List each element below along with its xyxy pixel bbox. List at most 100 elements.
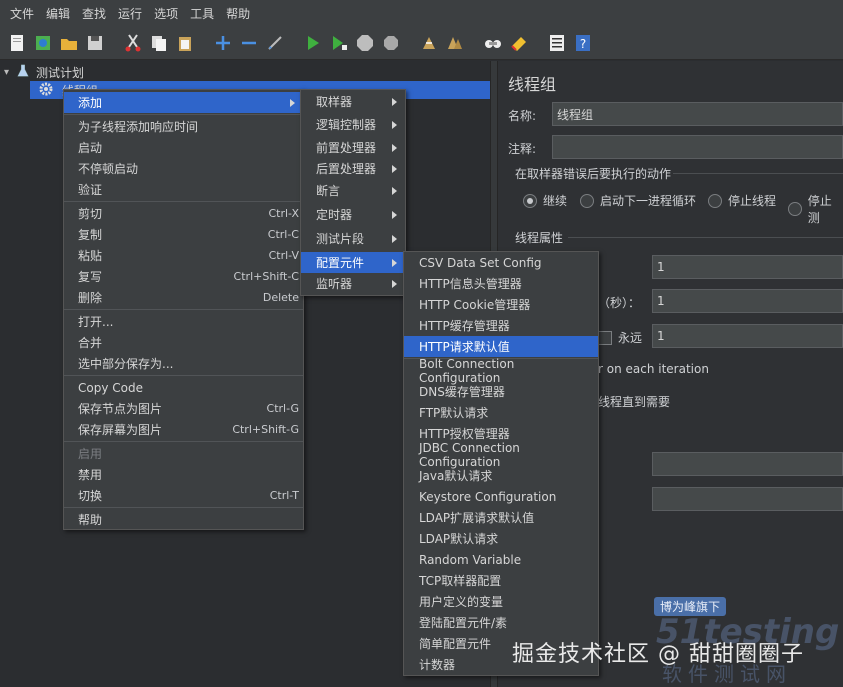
menu-item-shortcut: Ctrl+Shift-C bbox=[233, 270, 299, 283]
menu-4[interactable]: 选项 bbox=[148, 5, 184, 22]
context-menu-item[interactable]: 删除 Delete bbox=[64, 287, 303, 308]
clear-icon[interactable] bbox=[418, 32, 440, 54]
start-icon[interactable] bbox=[302, 32, 324, 54]
menu-item-label: 计数器 bbox=[419, 658, 456, 672]
menu-item-label: DNS缓存管理器 bbox=[419, 385, 505, 399]
menu-item-shortcut: Ctrl+Shift-G bbox=[232, 423, 299, 436]
clear-all-icon[interactable] bbox=[444, 32, 466, 54]
templates-icon[interactable] bbox=[32, 32, 54, 54]
context-menu-item[interactable]: 验证 bbox=[64, 179, 303, 200]
context-menu-item[interactable]: 剪切 Ctrl-X bbox=[64, 203, 303, 224]
menu-item-label: 帮助 bbox=[78, 513, 103, 527]
chevron-down-icon[interactable]: ▾ bbox=[4, 67, 16, 78]
context-menu-item[interactable]: 复制 Ctrl-C bbox=[64, 224, 303, 245]
menu-3[interactable]: 运行 bbox=[112, 5, 148, 22]
loop-count-field[interactable]: 1 bbox=[652, 324, 843, 348]
function-helper-icon[interactable] bbox=[546, 32, 568, 54]
search-icon[interactable] bbox=[482, 32, 504, 54]
cut-icon[interactable] bbox=[122, 32, 144, 54]
context-menu-item[interactable]: 保存节点为图片 Ctrl-G bbox=[64, 398, 303, 419]
config-submenu-item[interactable]: Keystore Configuration bbox=[404, 486, 598, 507]
expand-icon[interactable] bbox=[212, 32, 234, 54]
checkbox-icon[interactable] bbox=[598, 330, 612, 345]
config-submenu-item[interactable]: 登陆配置元件/素 bbox=[404, 612, 598, 633]
new-icon[interactable] bbox=[6, 32, 28, 54]
save-icon[interactable] bbox=[84, 32, 106, 54]
config-submenu-item[interactable]: HTTP请求默认值 bbox=[404, 336, 598, 357]
menu-6[interactable]: 帮助 bbox=[220, 5, 256, 22]
menu-1[interactable]: 编辑 bbox=[40, 5, 76, 22]
context-menu-item[interactable]: 启动 bbox=[64, 137, 303, 158]
context-menu-item[interactable]: 打开... bbox=[64, 311, 303, 332]
context-menu-item[interactable]: 帮助 bbox=[64, 509, 303, 530]
add-submenu-item[interactable]: 后置处理器 bbox=[301, 158, 405, 179]
open-icon[interactable] bbox=[58, 32, 80, 54]
name-field[interactable]: 线程组 bbox=[552, 102, 843, 126]
context-menu-item[interactable]: 粘贴 Ctrl-V bbox=[64, 245, 303, 266]
reset-search-icon[interactable] bbox=[508, 32, 530, 54]
add-submenu-item[interactable]: 断言 bbox=[301, 180, 405, 201]
radio-continue[interactable]: 继续 bbox=[523, 192, 567, 209]
menu-item-label: 用户定义的变量 bbox=[419, 595, 504, 609]
config-submenu-item[interactable]: HTTP缓存管理器 bbox=[404, 315, 598, 336]
context-menu-item[interactable]: 为子线程添加响应时间 bbox=[64, 116, 303, 137]
toggle-icon[interactable] bbox=[264, 32, 286, 54]
threads-field[interactable]: 1 bbox=[652, 255, 843, 279]
config-submenu-item[interactable]: LDAP默认请求 bbox=[404, 528, 598, 549]
context-menu-item[interactable]: 保存屏幕为图片 Ctrl+Shift-G bbox=[64, 419, 303, 440]
add-submenu-item[interactable]: 逻辑控制器 bbox=[301, 114, 405, 135]
radio-stop-test[interactable]: 停止测 bbox=[788, 192, 843, 226]
help-icon[interactable]: ? bbox=[572, 32, 594, 54]
menu-item-label: Keystore Configuration bbox=[419, 489, 557, 504]
add-submenu-item[interactable]: 定时器 bbox=[301, 204, 405, 225]
add-submenu-item[interactable]: 前置处理器 bbox=[301, 137, 405, 158]
config-submenu-item[interactable]: HTTP Cookie管理器 bbox=[404, 294, 598, 315]
start-no-pause-icon[interactable] bbox=[328, 32, 350, 54]
paste-icon[interactable] bbox=[174, 32, 196, 54]
add-submenu-item[interactable]: 配置元件 bbox=[301, 252, 405, 273]
menu-item-label: 粘贴 bbox=[78, 249, 103, 263]
tree-node-test-plan[interactable]: ▾ 测试计划 bbox=[4, 63, 84, 81]
copy-icon[interactable] bbox=[148, 32, 170, 54]
context-menu-item[interactable]: 添加 bbox=[64, 92, 303, 113]
menu-item-label: 监听器 bbox=[316, 277, 353, 291]
startup-delay-field[interactable] bbox=[652, 487, 843, 511]
add-submenu-item[interactable]: 测试片段 bbox=[301, 228, 405, 249]
config-submenu-item[interactable]: 用户定义的变量 bbox=[404, 591, 598, 612]
context-menu-item[interactable]: 选中部分保存为... bbox=[64, 353, 303, 374]
radio-stop-thread[interactable]: 停止线程 bbox=[708, 192, 776, 209]
menu-5[interactable]: 工具 bbox=[184, 5, 220, 22]
config-submenu-item[interactable]: TCP取样器配置 bbox=[404, 570, 598, 591]
config-submenu-item[interactable]: DNS缓存管理器 bbox=[404, 381, 598, 402]
radio-start-next-loop[interactable]: 启动下一进程循环 bbox=[580, 192, 696, 209]
menu-item-label: 取样器 bbox=[316, 95, 353, 109]
duration-field[interactable] bbox=[652, 452, 843, 476]
config-submenu-item[interactable]: CSV Data Set Config bbox=[404, 252, 598, 273]
submenu-arrow-icon bbox=[392, 210, 397, 219]
stop-icon[interactable] bbox=[354, 32, 376, 54]
forever-checkbox[interactable]: 永远 bbox=[598, 329, 642, 346]
ramp-up-field[interactable]: 1 bbox=[652, 289, 843, 313]
config-submenu-item[interactable]: Random Variable bbox=[404, 549, 598, 570]
context-menu-item[interactable]: 切换 Ctrl-T bbox=[64, 485, 303, 506]
config-submenu-item[interactable]: HTTP信息头管理器 bbox=[404, 273, 598, 294]
config-submenu-item[interactable]: JDBC Connection Configuration bbox=[404, 441, 598, 469]
config-submenu-item[interactable]: Bolt Connection Configuration bbox=[404, 357, 598, 385]
config-submenu-item[interactable]: FTP默认请求 bbox=[404, 402, 598, 423]
config-submenu-item[interactable]: LDAP扩展请求默认值 bbox=[404, 507, 598, 528]
menu-2[interactable]: 查找 bbox=[76, 5, 112, 22]
comment-field[interactable] bbox=[552, 135, 843, 159]
add-submenu-item[interactable]: 取样器 bbox=[301, 91, 405, 112]
context-menu-item[interactable]: 合并 bbox=[64, 332, 303, 353]
context-menu-item[interactable]: 不停顿启动 bbox=[64, 158, 303, 179]
shutdown-icon[interactable] bbox=[380, 32, 402, 54]
menu-item-label: 简单配置元件 bbox=[419, 637, 492, 651]
menu-0[interactable]: 文件 bbox=[4, 5, 40, 22]
context-menu-item[interactable]: Copy Code bbox=[64, 377, 303, 398]
context-menu-item[interactable]: 复写 Ctrl+Shift-C bbox=[64, 266, 303, 287]
add-submenu-item[interactable]: 监听器 bbox=[301, 273, 405, 294]
collapse-icon[interactable] bbox=[238, 32, 260, 54]
config-submenu-item[interactable]: Java默认请求 bbox=[404, 465, 598, 486]
context-menu-item[interactable]: 禁用 bbox=[64, 464, 303, 485]
flask-icon bbox=[16, 64, 34, 81]
